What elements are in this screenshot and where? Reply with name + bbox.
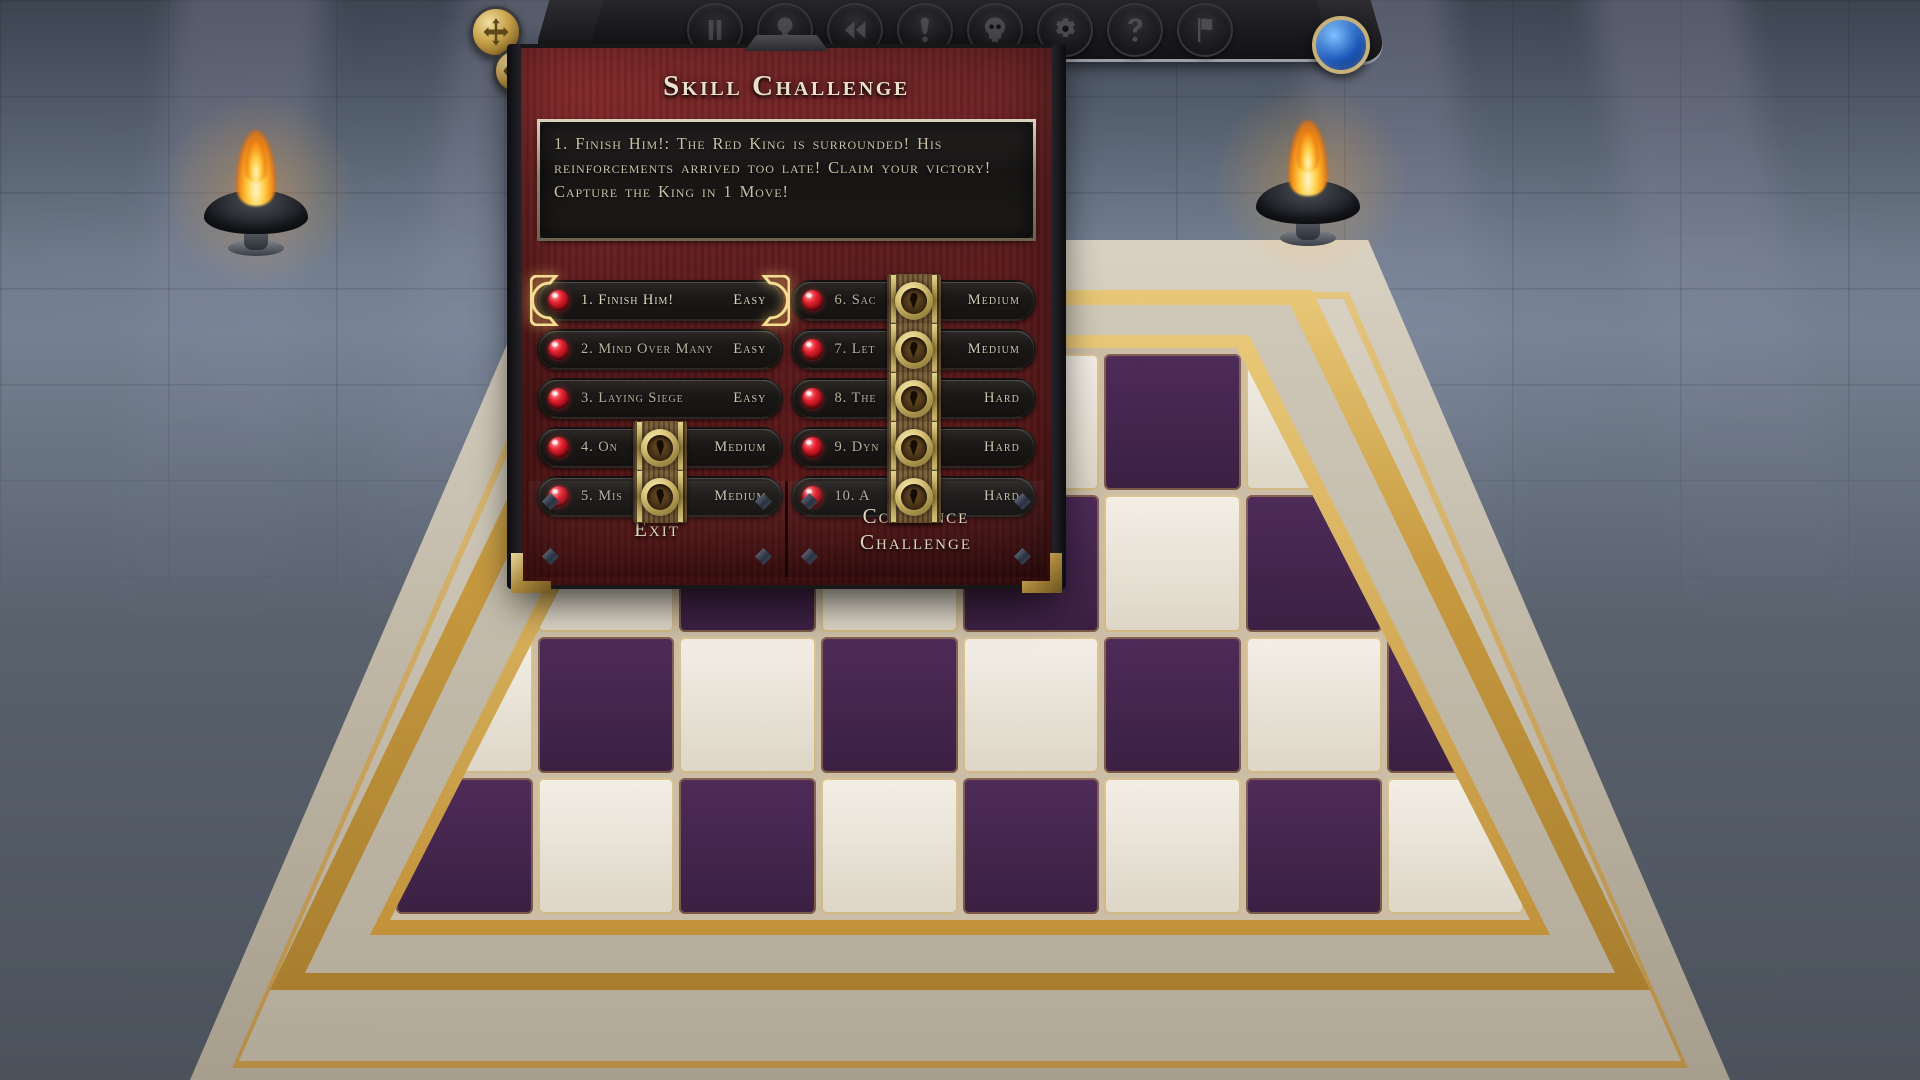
undo-icon	[844, 20, 866, 39]
board-square[interactable]	[820, 636, 958, 773]
challenge-row[interactable]: 4. On Medium	[537, 427, 783, 468]
challenge-row-wrapper: 1. Finish Him! Easy	[530, 275, 790, 326]
challenge-row[interactable]: 2. Mind Over Many Easy	[537, 329, 783, 370]
flag-button[interactable]	[1177, 2, 1233, 57]
rivet-icon	[801, 493, 818, 510]
challenge-difficulty: Hard	[984, 390, 1020, 406]
commence-challenge-label: Commence Challenge	[860, 503, 972, 555]
rivet-icon	[542, 548, 559, 565]
board-square[interactable]	[537, 777, 675, 914]
board-square[interactable]	[1245, 636, 1383, 773]
board-square[interactable]	[820, 777, 958, 914]
challenge-title: 3. Laying Siege	[581, 390, 684, 406]
challenge-row-wrapper: 8. The Hard	[790, 372, 1036, 425]
challenge-row[interactable]: 6. Sac Medium	[790, 280, 1036, 321]
challenge-row-wrapper: 2. Mind Over Many Easy	[537, 329, 783, 370]
rivet-icon	[755, 548, 772, 565]
challenge-row-wrapper: 4. On Medium	[537, 421, 783, 474]
game-screen: Skill Challenge 1. Finish Him!: The Red …	[0, 0, 1920, 1080]
dialog-footer: Exit Commence Challenge	[529, 481, 1044, 577]
challenge-row-wrapper: 6. Sac Medium	[790, 274, 1036, 327]
challenge-row[interactable]: 7. Let Medium	[790, 329, 1036, 370]
rivet-icon	[542, 493, 559, 510]
settings-icon	[1056, 17, 1075, 37]
rivet-icon	[801, 548, 818, 565]
board-square[interactable]	[962, 636, 1100, 773]
brazier-left	[144, 96, 374, 286]
challenge-row[interactable]: 8. The Hard	[790, 378, 1036, 419]
challenge-description-box: 1. Finish Him!: The Red King is surround…	[537, 119, 1036, 241]
challenge-title: 4. On	[581, 439, 618, 455]
challenge-difficulty: Medium	[967, 292, 1020, 308]
challenge-difficulty: Medium	[714, 439, 767, 455]
skill-challenge-dialog: Skill Challenge 1. Finish Him!: The Red …	[507, 35, 1066, 593]
exit-button-label: Exit	[634, 517, 680, 541]
challenge-row-wrapper: 7. Let Medium	[790, 323, 1036, 376]
flag-icon	[1198, 17, 1213, 42]
challenge-difficulty: Hard	[984, 439, 1020, 455]
challenge-status-gem	[548, 437, 569, 458]
challenge-title: 1. Finish Him!	[581, 292, 674, 308]
challenge-description-text: 1. Finish Him!: The Red King is surround…	[554, 134, 992, 201]
dialog-left-edge	[507, 44, 521, 589]
commence-challenge-button[interactable]: Commence Challenge	[785, 481, 1044, 577]
challenge-row-wrapper: 3. Laying Siege Easy	[537, 378, 783, 419]
board-square[interactable]	[1104, 354, 1241, 491]
rivet-icon	[1014, 548, 1031, 565]
challenge-difficulty: Easy	[733, 390, 767, 406]
board-square[interactable]	[537, 636, 675, 773]
challenge-row[interactable]: 1. Finish Him! Easy	[537, 280, 783, 321]
resign-icon	[985, 17, 1006, 42]
challenge-title: 7. Let	[834, 341, 876, 357]
challenge-status-gem	[801, 290, 823, 311]
exit-button[interactable]: Exit	[529, 481, 785, 577]
challenge-difficulty: Easy	[733, 341, 767, 357]
board-square[interactable]	[962, 777, 1100, 914]
challenge-difficulty: Medium	[967, 341, 1020, 357]
blue-orb[interactable]	[1312, 16, 1370, 74]
board-square[interactable]	[1104, 495, 1241, 632]
help-button[interactable]	[1107, 2, 1163, 57]
board-square[interactable]	[679, 777, 816, 914]
dialog-right-edge	[1052, 44, 1066, 589]
board-square[interactable]	[1245, 777, 1383, 914]
challenge-title: 8. The	[834, 390, 877, 406]
challenge-row[interactable]: 9. Dyn Hard	[790, 427, 1036, 468]
rivet-icon	[1014, 493, 1031, 510]
commence-line-2: Challenge	[860, 530, 972, 554]
challenge-difficulty: Easy	[733, 292, 767, 308]
challenge-status-gem	[548, 388, 569, 409]
help-icon	[1128, 17, 1143, 42]
move-list-icon	[920, 17, 929, 42]
challenge-title: 9. Dyn	[834, 439, 880, 455]
challenge-title: 6. Sac	[834, 292, 877, 308]
challenge-row[interactable]: 3. Laying Siege Easy	[537, 378, 783, 419]
challenge-title: 2. Mind Over Many	[581, 341, 714, 357]
compass-cross-icon	[483, 18, 509, 46]
challenge-status-gem	[801, 388, 823, 409]
board-square[interactable]	[679, 636, 816, 773]
brazier-right	[1196, 86, 1426, 276]
challenge-status-gem	[801, 437, 823, 458]
challenge-row-wrapper: 9. Dyn Hard	[790, 421, 1036, 474]
challenge-status-gem	[801, 339, 823, 360]
board-square[interactable]	[1104, 777, 1241, 914]
rivet-icon	[755, 493, 772, 510]
page-title: Skill Challenge	[663, 70, 910, 102]
commence-line-1: Commence	[862, 504, 970, 528]
challenge-status-gem	[548, 339, 569, 360]
dialog-tab-ornament	[744, 35, 829, 51]
pause-icon	[708, 19, 722, 40]
challenge-status-gem	[548, 290, 569, 311]
board-square[interactable]	[1104, 636, 1241, 773]
